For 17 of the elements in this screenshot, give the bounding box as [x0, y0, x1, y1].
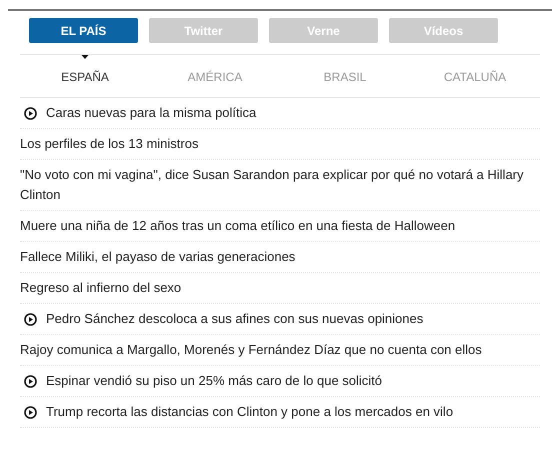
headline-link[interactable]: Rajoy comunica a Margallo, Morenés y Fernández Díaz que no cuenta con ellos [20, 340, 482, 360]
play-icon [24, 107, 37, 120]
headline-link[interactable]: Los perfiles de los 13 ministros [20, 134, 198, 154]
play-icon [24, 406, 37, 419]
headline-link[interactable]: Fallece Miliki, el payaso de varias generaciones [20, 247, 296, 267]
section-tab[interactable]: ESPAÑA [61, 68, 109, 86]
selected-indicator-icon [82, 55, 88, 59]
headline-link[interactable]: "No voto con mi vagina", dice Susan Sarandon para explicar por qué no votará a Hillary Clinton [20, 165, 540, 205]
play-icon [24, 313, 37, 326]
headline-link[interactable]: Muere una niña de 12 años tras un coma etílico en una fiesta de Halloween [20, 216, 456, 236]
headline-link[interactable]: Espinar vendió su piso un 25% más caro de lo que solicitó [46, 371, 382, 391]
headline-link[interactable]: Pedro Sánchez descoloca a sus afines con sus nuevas opiniones [46, 309, 424, 329]
source-tab[interactable]: EL PAÍS [29, 18, 138, 43]
headline-link[interactable]: Caras nuevas para la misma política [46, 103, 256, 123]
play-icon [24, 375, 37, 388]
headline-link[interactable]: Regreso al infierno del sexo [20, 278, 182, 298]
headline-link[interactable]: Trump recorta las distancias con Clinton y pone a los mercados en vilo [46, 402, 454, 422]
